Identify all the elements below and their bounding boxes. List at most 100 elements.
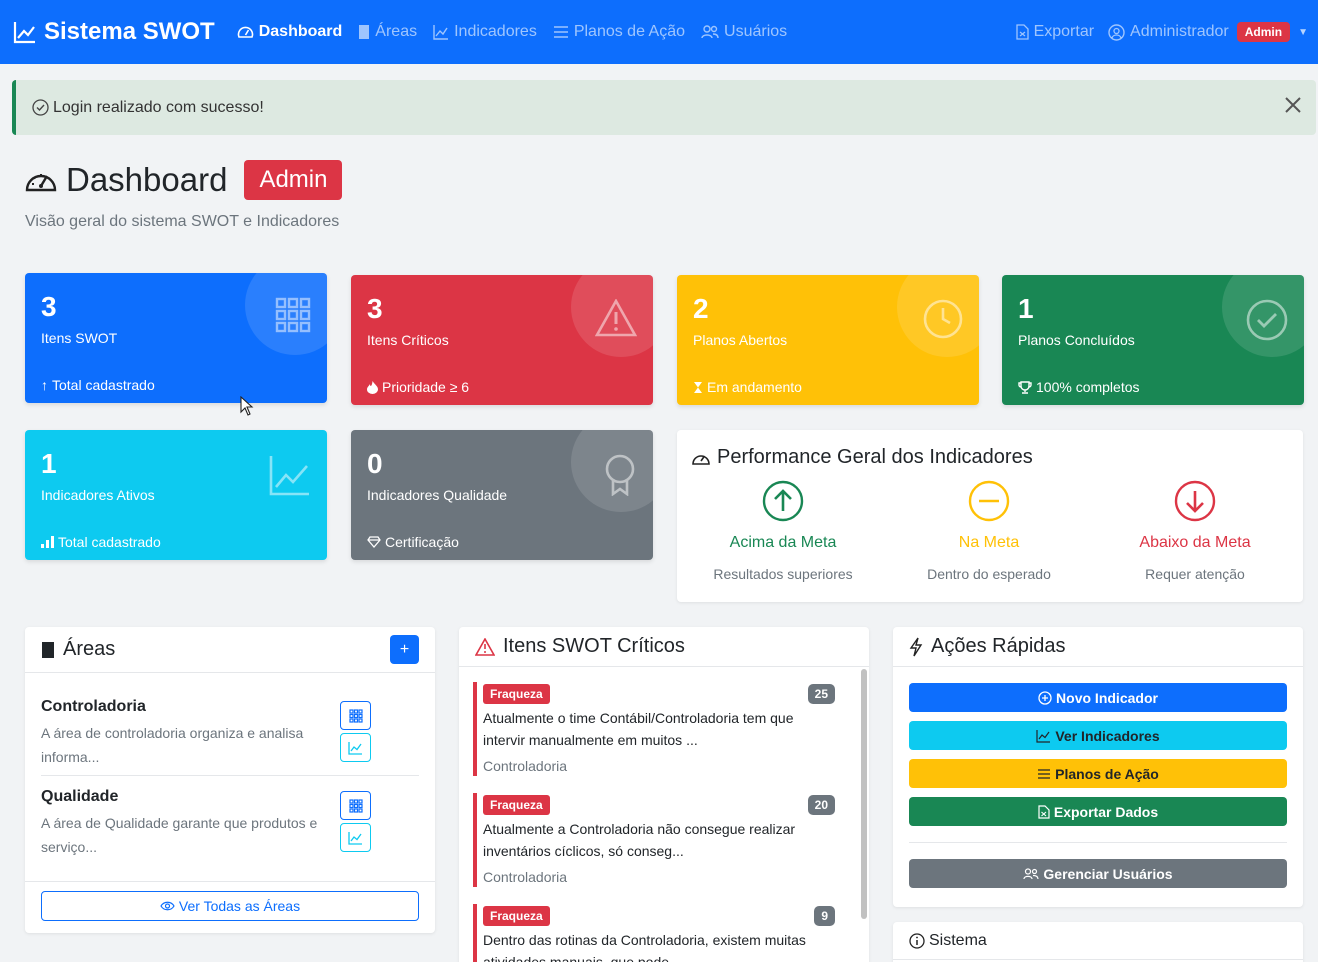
grid-icon [348, 708, 363, 723]
system-title: Sistema [929, 931, 987, 949]
stat-label: Itens SWOT [41, 330, 118, 346]
export-link[interactable]: Exportar [1015, 23, 1094, 41]
brand[interactable]: Sistema SWOT [12, 18, 215, 46]
grid-icon [275, 297, 311, 333]
top-navbar: Sistema SWOT Dashboard Áreas Indicadores… [0, 0, 1318, 64]
graph-up-icon [12, 19, 38, 45]
area-indicators-button[interactable] [340, 823, 371, 852]
swot-desc-line: Dentro das rotinas da Controladoria, exi… [483, 932, 806, 948]
close-icon[interactable] [1284, 96, 1302, 114]
info-circle-icon [909, 932, 925, 949]
scrollbar[interactable] [861, 669, 867, 919]
view-all-areas-button[interactable]: Ver Todas as Áreas [41, 891, 419, 921]
nav-label: Dashboard [258, 23, 343, 40]
page-subtitle: Visão geral do sistema SWOT e Indicadore… [25, 213, 340, 230]
stat-footer-text: Em andamento [707, 379, 802, 395]
stat-value: 1 [1018, 293, 1034, 324]
nav-planos[interactable]: Planos de Ação [553, 23, 685, 41]
swot-critical-panel: Itens SWOT Críticos Fraqueza 25 Atualmen… [459, 627, 869, 962]
check-circle-icon [1246, 299, 1288, 341]
system-header: Sistema [893, 922, 1303, 960]
manage-users-button[interactable]: Gerenciar Usuários [909, 859, 1287, 888]
area-desc-line: informa... [41, 749, 100, 765]
graph-up-icon [269, 454, 311, 496]
nav-usuarios[interactable]: Usuários [701, 23, 787, 41]
stat-footer: Prioridade ≥ 6 [367, 379, 469, 395]
stat-footer-text: 100% completos [1036, 379, 1140, 395]
priority-badge: 9 [814, 906, 835, 926]
user-menu[interactable]: Administrador [1108, 23, 1229, 41]
user-circle-icon [1108, 23, 1125, 41]
list-icon [1037, 768, 1051, 780]
graph-up-icon [433, 24, 449, 40]
view-indicators-button[interactable]: Ver Indicadores [909, 721, 1287, 750]
nav-dashboard[interactable]: Dashboard [237, 23, 343, 41]
swot-description: Atualmente a Controladoria não consegue … [483, 818, 823, 862]
button-label: Planos de Ação [1055, 765, 1159, 782]
nav-indicadores[interactable]: Indicadores [433, 23, 537, 41]
view-all-label: Ver Todas as Áreas [178, 898, 301, 914]
swot-type-badge: Fraqueza [483, 906, 550, 926]
nav-label: Usuários [724, 23, 788, 40]
area-desc-line: serviço... [41, 839, 98, 855]
swot-desc-line: Atualmente o time Contábil/Controladoria… [483, 710, 794, 726]
stat-card-indicadores-qualidade[interactable]: 0 Indicadores Qualidade Certificação [351, 430, 653, 560]
areas-header: Áreas + [25, 627, 435, 673]
stat-footer-text: Total cadastrado [52, 377, 155, 393]
swot-title: Itens SWOT Críticos [503, 635, 685, 657]
stat-value: 0 [367, 448, 383, 479]
performance-title-text: Performance Geral dos Indicadores [717, 446, 1033, 468]
file-icon [1015, 24, 1029, 40]
area-name[interactable]: Controladoria [41, 698, 146, 716]
action-plans-button[interactable]: Planos de Ação [909, 759, 1287, 788]
area-swot-button[interactable] [340, 791, 371, 820]
add-area-button[interactable]: + [390, 635, 419, 664]
area-name[interactable]: Qualidade [41, 788, 118, 806]
stat-card-planos-concluidos[interactable]: 1 Planos Concluídos 100% completos [1002, 275, 1304, 405]
area-desc-line: A área de Qualidade garante que produtos… [41, 815, 318, 831]
perf-subtitle: Resultados superiores [713, 566, 853, 582]
perf-title: Na Meta [958, 534, 1020, 551]
nav-areas[interactable]: Áreas [358, 23, 417, 41]
button-label: Exportar Dados [1053, 803, 1159, 820]
stat-label: Indicadores Ativos [41, 487, 155, 503]
clock-icon [923, 299, 963, 339]
file-icon [1038, 804, 1050, 819]
perf-na-meta: Na Meta Dentro do esperado [889, 480, 1089, 582]
area-description: A área de controladoria organiza e anali… [41, 721, 321, 769]
page-title: Dashboard [66, 161, 228, 198]
perf-title: Acima da Meta [729, 534, 837, 551]
divider [41, 775, 419, 776]
grid-icon [348, 798, 363, 813]
fire-icon [367, 380, 378, 394]
bar-chart-icon [41, 536, 54, 548]
alert-message: Login realizado com sucesso! [53, 98, 264, 116]
stat-card-itens-swot[interactable]: 3 Itens SWOT ↑ Total cadastrado [25, 273, 327, 403]
stat-value: 2 [693, 293, 709, 324]
button-label: Gerenciar Usuários [1043, 865, 1173, 882]
gem-icon [367, 536, 381, 548]
trophy-icon [1018, 380, 1032, 394]
swot-item[interactable]: Fraqueza 25 Atualmente o time Contábil/C… [473, 682, 845, 776]
areas-title: Áreas [63, 638, 116, 660]
export-data-button[interactable]: Exportar Dados [909, 797, 1287, 826]
admin-badge: Admin [244, 160, 343, 200]
plus-circle-icon [1038, 690, 1052, 705]
swot-item[interactable]: Fraqueza 20 Atualmente a Controladoria n… [473, 793, 845, 887]
system-panel: Sistema [893, 922, 1303, 962]
area-swot-button[interactable] [340, 701, 371, 730]
stat-label: Indicadores Qualidade [367, 487, 508, 503]
stat-card-planos-abertos[interactable]: 2 Planos Abertos Em andamento [677, 275, 979, 405]
stat-card-indicadores-ativos[interactable]: 1 Indicadores Ativos Total cadastrado [25, 430, 327, 560]
perf-subtitle: Dentro do esperado [927, 566, 1051, 582]
swot-item[interactable]: Fraqueza 9 Dentro das rotinas da Control… [473, 904, 845, 962]
stat-card-itens-criticos[interactable]: 3 Itens Críticos Prioridade ≥ 6 [351, 275, 653, 405]
area-indicators-button[interactable] [340, 733, 371, 762]
nav-label: Áreas [375, 23, 418, 40]
mouse-cursor-icon [240, 396, 254, 416]
chevron-down-icon[interactable]: ▼ [1298, 27, 1308, 38]
swot-area: Controladoria [483, 758, 568, 774]
new-indicator-button[interactable]: Novo Indicador [909, 683, 1287, 712]
dash-circle-icon [889, 480, 1089, 522]
award-icon [603, 454, 637, 496]
